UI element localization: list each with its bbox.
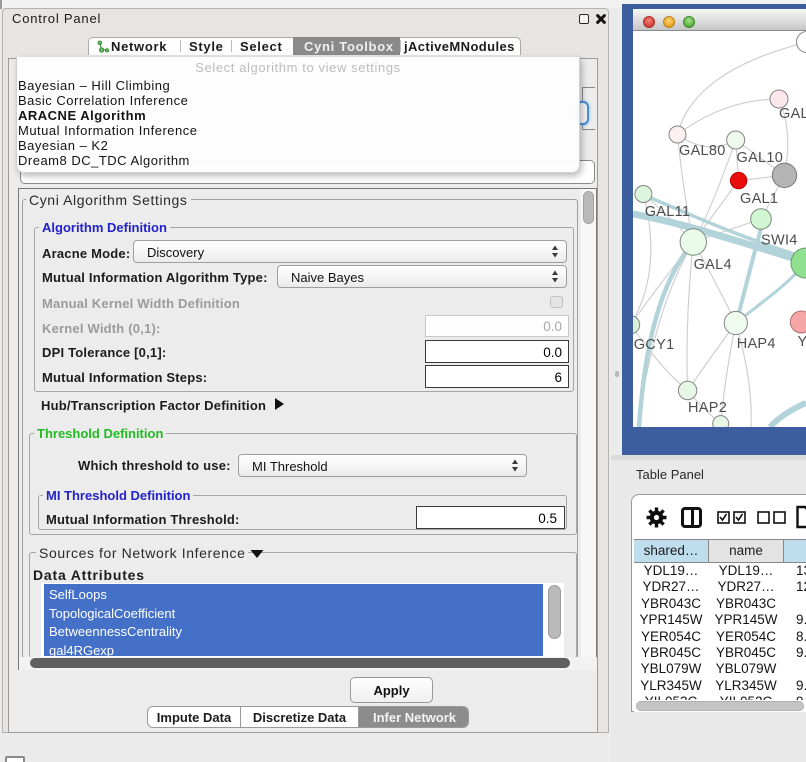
- svg-text:GAL7: GAL7: [779, 106, 806, 122]
- svg-text:Y: Y: [798, 334, 806, 350]
- svg-text:GAL1: GAL1: [740, 191, 778, 207]
- svg-text:GAL10: GAL10: [737, 150, 784, 166]
- svg-text:GCY1: GCY1: [634, 337, 675, 353]
- svg-text:GAL4: GAL4: [694, 257, 732, 273]
- svg-text:GAL80: GAL80: [679, 143, 726, 159]
- svg-text:HAP4: HAP4: [737, 336, 776, 352]
- svg-text:GAL11: GAL11: [645, 204, 691, 220]
- svg-text:SWI4: SWI4: [761, 233, 798, 249]
- svg-text:HAP2: HAP2: [688, 400, 727, 416]
